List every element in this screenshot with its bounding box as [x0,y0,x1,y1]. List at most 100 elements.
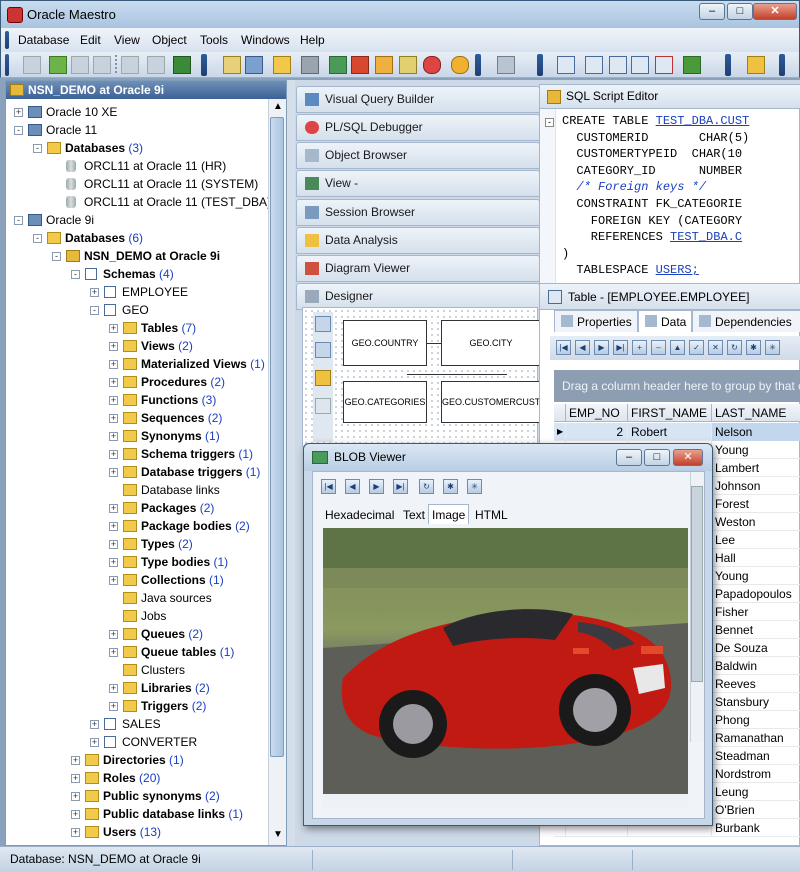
tree-expander[interactable]: - [71,270,80,279]
tree-node[interactable]: Triggers (2) [141,697,206,715]
tree-node[interactable]: Synonyms (1) [141,427,220,445]
toolbar-chevron[interactable] [201,54,207,76]
tree-node[interactable]: Clusters [141,661,185,679]
scroll-up-arrow[interactable]: ▲ [270,99,286,115]
tree-expander[interactable]: + [109,360,118,369]
filter-data-icon[interactable]: ✱ [746,340,761,355]
tab-data[interactable]: Data [638,310,692,332]
table-cell[interactable]: Nordstrom [712,765,800,783]
minimize-button[interactable]: – [699,3,725,20]
blob-close-button[interactable]: ✕ [673,449,703,466]
tree-expander[interactable]: + [109,342,118,351]
close-all-icon[interactable] [655,56,673,74]
tree-node[interactable]: Sequences (2) [141,409,222,427]
tree-expander[interactable]: - [14,216,23,225]
tree-expander[interactable]: + [109,396,118,405]
sql-link[interactable]: USERS; [656,263,699,277]
blob-last-icon[interactable]: ▶| [393,479,408,494]
designer-lock-icon[interactable] [315,370,331,386]
chart-icon[interactable] [351,56,369,74]
table-cell[interactable]: Johnson [712,477,800,495]
menu-database[interactable]: Database [18,33,69,47]
table-cell[interactable]: Fisher [712,603,800,621]
tree-expander[interactable]: + [109,468,118,477]
tree-node[interactable]: SALES [122,715,161,733]
tree-node[interactable]: ORCL11 at Oracle 11 (TEST_DBA) [84,193,271,211]
tile-vertical-icon[interactable] [631,56,649,74]
group-by-panel[interactable]: Drag a column header here to group by th… [554,370,800,402]
post-record-icon[interactable]: ✓ [689,340,704,355]
back-icon[interactable] [683,56,701,74]
tree-expander[interactable]: + [90,288,99,297]
tree-node[interactable]: Databases (6) [65,229,143,247]
tree-expander[interactable]: - [33,234,42,243]
data-export-icon[interactable] [375,56,393,74]
table-cell[interactable]: Phong [712,711,800,729]
blob-next-icon[interactable]: ▶ [369,479,384,494]
tree-expander[interactable]: + [109,702,118,711]
tree-expander[interactable]: + [109,558,118,567]
insert-record-icon[interactable]: + [632,340,647,355]
designer-canvas[interactable]: GEO.COUNTRY GEO.CITY GEO.CATEGORIES GEO.… [302,307,547,447]
new-object-icon[interactable] [121,56,139,74]
tab-html[interactable]: HTML [471,504,512,524]
designer-link-icon[interactable] [315,342,331,358]
tree-node[interactable]: Functions (3) [141,391,216,409]
menu-tools[interactable]: Tools [200,33,228,47]
blob-first-icon[interactable]: |◀ [321,479,336,494]
table-cell[interactable]: 2 [566,423,628,441]
tree-expander[interactable]: + [109,450,118,459]
tree-node[interactable]: Database links [141,481,220,499]
table-cell[interactable]: O'Brien [712,801,800,819]
tree-node[interactable]: Package bodies (2) [141,517,250,535]
export-data-icon[interactable]: ✳ [765,340,780,355]
table-cell[interactable]: Hall [712,549,800,567]
tree-expander[interactable]: + [71,828,80,837]
tree-node[interactable]: Procedures (2) [141,373,225,391]
toolbar-chevron[interactable] [537,54,543,76]
table-cell[interactable]: Lambert [712,459,800,477]
tile-horizontal-icon[interactable] [609,56,627,74]
tree-node[interactable]: NSN_DEMO at Oracle 9i [84,247,220,265]
table-cell[interactable]: Weston [712,513,800,531]
tree-node[interactable]: GEO [122,301,149,319]
tree-node[interactable]: Schemas (4) [103,265,174,283]
tree-node[interactable]: Schema triggers (1) [141,445,253,463]
tree-node[interactable]: Public database links (1) [103,805,243,823]
refresh-data-icon[interactable]: ↻ [727,340,742,355]
table-cell[interactable]: Young [712,441,800,459]
window-diagram-viewer[interactable]: Diagram Viewer [296,255,540,282]
menu-grip[interactable] [5,31,9,49]
blob-load-icon[interactable]: ✱ [443,479,458,494]
tree-node[interactable]: Materialized Views (1) [141,355,265,373]
column-header-emp-no[interactable]: EMP_NO [566,404,628,422]
window-plsql-debugger[interactable]: PL/SQL Debugger [296,114,540,141]
tab-image[interactable]: Image [428,504,470,524]
column-header-last-name[interactable]: LAST_NAME [712,404,800,422]
debugger-icon[interactable] [423,56,441,74]
tree-expander[interactable]: + [109,522,118,531]
tree-expander[interactable]: + [14,108,23,117]
report-icon[interactable] [329,56,347,74]
menu-windows[interactable]: Windows [241,33,290,47]
last-record-icon[interactable]: ▶| [613,340,628,355]
drop-object-icon[interactable] [147,56,165,74]
window-visual-query-builder[interactable]: Visual Query Builder [296,86,540,113]
table-cell[interactable]: De Souza [712,639,800,657]
cancel-edit-icon[interactable]: ✕ [708,340,723,355]
table-cell[interactable]: Young [712,567,800,585]
menu-object[interactable]: Object [152,33,187,47]
toolbar-grip[interactable] [5,54,9,76]
window-list-icon[interactable] [557,56,575,74]
tree-node[interactable]: Type bodies (1) [141,553,228,571]
maximize-button[interactable]: □ [727,3,753,20]
table-cell[interactable]: Stansbury [712,693,800,711]
toolbar-chevron[interactable] [779,54,785,76]
tab-hexadecimal[interactable]: Hexadecimal [321,504,398,524]
table-cell[interactable]: Ramanathan [712,729,800,747]
tree-node[interactable]: ORCL11 at Oracle 11 (SYSTEM) [84,175,258,193]
menu-edit[interactable]: Edit [80,33,101,47]
prior-record-icon[interactable]: ◀ [575,340,590,355]
tree-expander[interactable]: + [109,324,118,333]
tree-node[interactable]: Oracle 9i [46,211,94,229]
